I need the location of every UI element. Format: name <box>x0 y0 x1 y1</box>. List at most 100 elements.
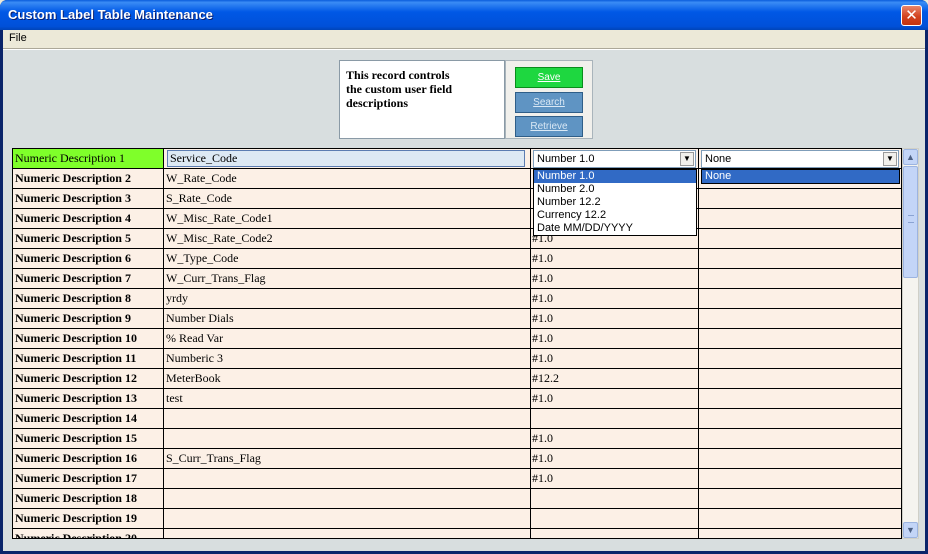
format-cell[interactable] <box>532 489 699 508</box>
description-cell[interactable]: % Read Var <box>165 329 531 348</box>
format-cell[interactable] <box>532 409 699 428</box>
description-cell[interactable] <box>165 529 531 538</box>
description-input[interactable]: Service_Code <box>167 150 525 167</box>
description-cell[interactable] <box>165 429 531 448</box>
table-row[interactable]: Numeric Description 6 W_Type_Code #1.0 <box>13 249 901 269</box>
dropdown-option[interactable]: Number 12.2 <box>534 196 696 209</box>
description-cell[interactable] <box>165 489 531 508</box>
option-cell[interactable] <box>700 369 901 388</box>
description-cell[interactable] <box>165 469 531 488</box>
description-cell[interactable]: W_Rate_Code <box>165 169 531 188</box>
table-row[interactable]: Numeric Description 9 Number Dials #1.0 <box>13 309 901 329</box>
option-cell[interactable] <box>700 449 901 468</box>
format-cell[interactable]: #1.0 <box>532 329 699 348</box>
option-select-value: None <box>705 153 732 165</box>
chevron-down-icon[interactable]: ▼ <box>680 152 694 166</box>
option-cell[interactable] <box>700 389 901 408</box>
row-label: Numeric Description 1 <box>13 149 164 168</box>
option-cell[interactable] <box>700 249 901 268</box>
format-cell[interactable]: #1.0 <box>532 449 699 468</box>
label-grid: Numeric Description 1 Service_Code Numeric… <box>12 148 902 539</box>
description-cell[interactable]: W_Misc_Rate_Code2 <box>165 229 531 248</box>
table-row[interactable]: Numeric Description 4 W_Misc_Rate_Code1 <box>13 209 901 229</box>
description-cell[interactable]: W_Curr_Trans_Flag <box>165 269 531 288</box>
table-row[interactable]: Numeric Description 17 #1.0 <box>13 469 901 489</box>
description-cell[interactable] <box>165 509 531 528</box>
option-cell[interactable] <box>700 509 901 528</box>
menu-file[interactable]: File <box>9 32 27 44</box>
dropdown-option[interactable]: Number 1.0 <box>534 170 696 183</box>
description-cell[interactable]: W_Type_Code <box>165 249 531 268</box>
format-cell[interactable]: #1.0 <box>532 429 699 448</box>
table-row[interactable]: Numeric Description 20 <box>13 529 901 538</box>
table-row[interactable]: Numeric Description 16 S_Curr_Trans_Flag #… <box>13 449 901 469</box>
scroll-down-icon[interactable]: ▼ <box>903 522 918 538</box>
table-row[interactable]: Numeric Description 7 W_Curr_Trans_Flag #1… <box>13 269 901 289</box>
description-cell[interactable]: Numberic 3 <box>165 349 531 368</box>
table-row[interactable]: Numeric Description 8 yrdy #1.0 <box>13 289 901 309</box>
description-cell[interactable]: Number Dials <box>165 309 531 328</box>
table-row[interactable]: Numeric Description 14 <box>13 409 901 429</box>
description-cell[interactable]: S_Rate_Code <box>165 189 531 208</box>
format-cell[interactable]: #1.0 <box>532 349 699 368</box>
description-cell[interactable] <box>165 409 531 428</box>
description-cell[interactable]: S_Curr_Trans_Flag <box>165 449 531 468</box>
format-cell[interactable]: #1.0 <box>532 249 699 268</box>
option-cell[interactable] <box>700 489 901 508</box>
menu-bar: File <box>3 30 925 48</box>
description-cell[interactable]: test <box>165 389 531 408</box>
row-label: Numeric Description 11 <box>13 349 164 368</box>
format-cell[interactable]: #1.0 <box>532 469 699 488</box>
option-cell[interactable] <box>700 289 901 308</box>
retrieve-button[interactable]: Retrieve <box>515 116 583 137</box>
table-row[interactable]: Numeric Description 10% Read Var #1.0 <box>13 329 901 349</box>
option-cell[interactable] <box>700 269 901 288</box>
description-cell[interactable]: MeterBook <box>165 369 531 388</box>
format-cell[interactable]: #1.0 <box>532 289 699 308</box>
format-cell[interactable]: #1.0 <box>532 389 699 408</box>
table-row[interactable]: Numeric Description 11 Numberic 3 #1.0 <box>13 349 901 369</box>
option-cell[interactable] <box>700 189 901 208</box>
table-row[interactable]: Numeric Description 12 MeterBook #12.2 <box>13 369 901 389</box>
format-cell[interactable] <box>532 529 699 538</box>
dropdown-option[interactable]: None <box>702 170 899 183</box>
option-cell[interactable] <box>700 429 901 448</box>
table-row[interactable]: Numeric Description 19 <box>13 509 901 529</box>
option-cell[interactable] <box>700 469 901 488</box>
save-button[interactable]: Save <box>515 67 583 88</box>
description-cell[interactable]: yrdy <box>165 289 531 308</box>
close-button[interactable]: ✕ <box>901 5 922 26</box>
dropdown-option[interactable]: Number 2.0 <box>534 183 696 196</box>
format-cell[interactable]: #1.0 <box>532 269 699 288</box>
option-cell[interactable] <box>700 329 901 348</box>
description-cell[interactable]: W_Misc_Rate_Code1 <box>165 209 531 228</box>
format-cell[interactable]: #1.0 <box>532 309 699 328</box>
dropdown-option[interactable]: Currency 12.2 <box>534 209 696 222</box>
table-row[interactable]: Numeric Description 5 W_Misc_Rate_Code2 #1… <box>13 229 901 249</box>
title-bar[interactable]: Custom Label Table Maintenance ✕ <box>0 0 928 30</box>
row-label: Numeric Description 15 <box>13 429 164 448</box>
option-cell[interactable] <box>700 209 901 228</box>
vertical-scrollbar[interactable]: ▲ ▼ <box>902 148 919 539</box>
table-row[interactable]: Numeric Description 15 #1.0 <box>13 429 901 449</box>
format-select[interactable]: Number 1.0 ▼ <box>533 150 696 168</box>
table-row[interactable]: Numeric Description 18 <box>13 489 901 509</box>
search-button[interactable]: Search <box>515 92 583 113</box>
table-row[interactable]: Numeric Description 13 test #1.0 <box>13 389 901 409</box>
option-select[interactable]: None ▼ <box>701 150 899 168</box>
row-label: Numeric Description 5 <box>13 229 164 248</box>
option-cell[interactable] <box>700 309 901 328</box>
table-row[interactable]: Numeric Description 3 S_Rate_Code <box>13 189 901 209</box>
chevron-down-icon[interactable]: ▼ <box>883 152 897 166</box>
option-cell[interactable] <box>700 229 901 248</box>
format-cell[interactable]: #12.2 <box>532 369 699 388</box>
option-cell[interactable] <box>700 349 901 368</box>
description-cell[interactable]: Service_Code <box>165 149 531 168</box>
option-cell[interactable] <box>700 529 901 538</box>
row-label: Numeric Description 16 <box>13 449 164 468</box>
dropdown-option[interactable]: Date MM/DD/YYYY <box>534 222 696 235</box>
format-cell[interactable] <box>532 509 699 528</box>
scroll-thumb[interactable] <box>903 166 918 278</box>
option-cell[interactable] <box>700 409 901 428</box>
scroll-up-icon[interactable]: ▲ <box>903 149 918 165</box>
